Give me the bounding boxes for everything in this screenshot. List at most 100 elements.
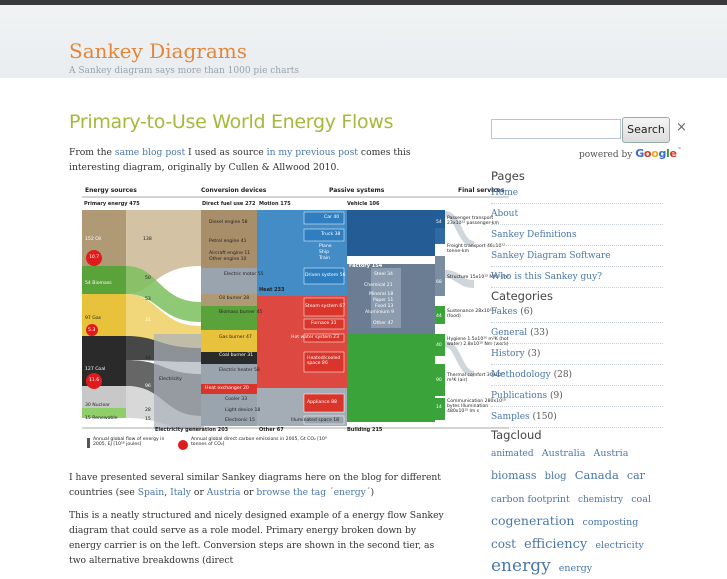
tag-link[interactable]: electricity <box>595 540 644 551</box>
austria-link[interactable]: Austria <box>207 487 241 498</box>
tag-link[interactable]: composting <box>583 517 639 528</box>
service-value: 40 <box>436 343 442 348</box>
source-nuclear-label: 30 Nuclear <box>85 403 110 408</box>
other-label: Other 67 <box>259 427 284 433</box>
device-label: Oil burner 28 <box>219 296 250 301</box>
factory-item-label: Other 47 <box>373 321 394 326</box>
value-label: 31 <box>145 318 151 323</box>
category-item[interactable]: History (3) <box>491 344 663 365</box>
device-label: Heat exchanger 20 <box>205 386 249 391</box>
passive-label: Car 40 <box>324 215 340 220</box>
tag-link[interactable]: animated <box>491 449 534 459</box>
category-count: (9) <box>549 391 563 401</box>
source-oil-label: 152 Oil <box>85 237 102 242</box>
tag-link[interactable]: biomass <box>491 469 536 482</box>
category-item[interactable]: Samples (150) <box>491 407 663 428</box>
spain-link[interactable]: Spain <box>138 487 165 498</box>
tag-link[interactable]: car <box>627 469 645 482</box>
service-value: 44 <box>436 314 442 319</box>
vehicle-label: Vehicle 106 <box>347 201 380 207</box>
search-button[interactable]: Search <box>622 117 670 143</box>
source-biomass-label: 54 Biomass <box>85 281 112 286</box>
passive-label: Appliance 88 <box>307 400 337 405</box>
page-link-sankey-software[interactable]: Sankey Diagram Software <box>491 246 663 267</box>
page-link-about[interactable]: About <box>491 204 663 225</box>
category-label[interactable]: Fakes <box>491 307 517 317</box>
search-input[interactable] <box>491 119 621 139</box>
page-link-sankey-definitions[interactable]: Sankey Definitions <box>491 225 663 246</box>
category-label[interactable]: Publications <box>491 391 547 401</box>
device-label: Cooler 33 <box>225 397 248 402</box>
tag-link[interactable]: cogeneration <box>491 513 574 528</box>
site-title[interactable]: Sankey Diagrams <box>69 39 247 63</box>
emission-coal-label: 11.6 <box>89 378 100 383</box>
category-label[interactable]: History <box>491 349 525 359</box>
pages-heading: Pages <box>491 169 525 183</box>
close-icon[interactable]: × <box>676 120 687 135</box>
motion-label: Motion 175 <box>259 201 291 207</box>
device-label: Diesel engine 58 <box>209 220 248 225</box>
service-curve <box>444 341 475 377</box>
value-label: 138 <box>143 237 152 242</box>
passive-label: Driven system 56 <box>305 273 346 278</box>
tag-link[interactable]: blog <box>545 471 567 482</box>
legend-flow-swatch <box>87 438 90 448</box>
post-paragraph-3: This is a neatly structured and nicely d… <box>69 510 444 566</box>
passive-label: Ship <box>319 250 330 255</box>
device-gas-burner <box>201 330 257 352</box>
paragraph-text: ) <box>370 487 375 498</box>
categories-heading: Categories <box>491 289 553 303</box>
device-label: Electric motor 55 <box>224 272 264 277</box>
electricity-label: Electricity <box>159 377 182 382</box>
category-label[interactable]: Methodology <box>491 370 551 380</box>
intro-text: I used as source <box>185 147 267 158</box>
passive-label: Furnace 31 <box>311 321 337 326</box>
same-blog-post-link[interactable]: same blog post <box>115 147 185 158</box>
value-label: 28 <box>145 408 151 413</box>
tag-link[interactable]: energy <box>559 563 592 574</box>
value-label: 96 <box>145 384 151 389</box>
device-label: Aircraft engine 11 <box>209 251 251 256</box>
tag-link[interactable]: Austria <box>593 448 628 459</box>
service-value: 68 <box>436 280 442 285</box>
tag-link[interactable]: cost <box>491 537 516 551</box>
previous-post-link[interactable]: in my previous post <box>267 147 358 158</box>
tag-link[interactable]: Australia <box>542 448 586 459</box>
italy-link[interactable]: Italy <box>170 487 191 498</box>
energy-tag-link[interactable]: browse the tag ´energy´ <box>256 487 370 498</box>
page-link-who[interactable]: Who is this Sankey guy? <box>491 267 663 288</box>
svc-freight <box>435 228 445 244</box>
sankey-figure[interactable]: Energy sources Conversion devices Passiv… <box>79 184 510 454</box>
service-value: 90 <box>436 378 442 383</box>
device-label: Other engine 10 <box>209 257 247 262</box>
tag-link[interactable]: carbon footprint <box>491 494 570 505</box>
category-label[interactable]: Samples <box>491 412 530 422</box>
category-count: (33) <box>530 328 549 338</box>
paragraph-text: or <box>240 487 257 498</box>
paragraph-text: or <box>191 487 207 498</box>
category-count: (28) <box>553 370 573 380</box>
device-label: Light device 18 <box>225 408 261 413</box>
source-gas-label: 97 Gas <box>85 316 102 321</box>
tag-link[interactable]: chemistry <box>578 495 623 505</box>
building-label: Building 215 <box>347 427 383 433</box>
category-item[interactable]: Fakes (6) <box>491 302 663 323</box>
tag-link[interactable]: coal <box>631 494 651 505</box>
passive-label: Illuminated space 18 <box>291 418 340 423</box>
page-link-home[interactable]: Home <box>491 183 663 204</box>
svc-passenger <box>435 210 445 228</box>
category-count: (150) <box>532 412 557 422</box>
pages-list: Home About Sankey Definitions Sankey Dia… <box>491 183 663 288</box>
post-title[interactable]: Primary-to-Use World Energy Flows <box>69 111 393 133</box>
value-label: 50 <box>145 276 151 281</box>
direct-fuel-label: Direct fuel use 272 <box>202 201 256 207</box>
tag-link[interactable]: energy <box>491 556 551 576</box>
legend-flow-label: Annual global flow of energy in 2005, EJ… <box>93 437 165 447</box>
category-item[interactable]: Publications (9) <box>491 386 663 407</box>
building-block <box>347 334 435 422</box>
category-label[interactable]: General <box>491 328 527 338</box>
category-item[interactable]: General (33) <box>491 323 663 344</box>
tag-link[interactable]: Canada <box>575 468 619 482</box>
service-value: 54 <box>436 220 442 225</box>
category-item[interactable]: Methodology (28) <box>491 365 663 386</box>
